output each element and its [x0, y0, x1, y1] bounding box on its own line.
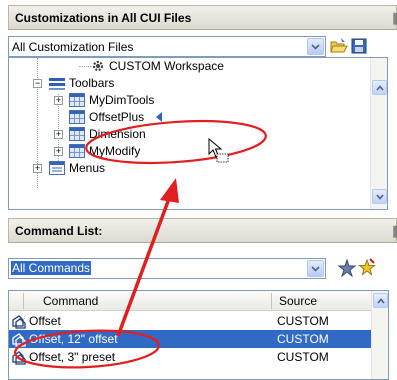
customizations-panel-header[interactable]: Customizations in All CUI Files ∥ [8, 5, 397, 30]
toolbar-grid-icon [69, 110, 85, 124]
scroll-up-icon[interactable] [372, 80, 387, 95]
menu-icon [49, 161, 65, 175]
tree-item-workspace[interactable]: CUSTOM Workspace [9, 58, 369, 75]
tree-item-mymodify[interactable]: + MyModify [9, 143, 369, 160]
column-header-source[interactable]: Source [279, 294, 317, 308]
double-chevron-icon[interactable]: ∥ [392, 224, 397, 238]
panel-title: Customizations in All CUI Files [15, 11, 192, 25]
triangle-left-icon [155, 111, 163, 125]
tree-scrollbar[interactable] [370, 58, 387, 209]
panel-title: Command List: [15, 224, 103, 238]
command-filter-select-value: All Commands [11, 261, 92, 275]
command-table-header: Command Source [9, 291, 373, 311]
command-source: CUSTOM [277, 350, 329, 364]
find-command-icon[interactable] [337, 258, 357, 278]
offset-command-icon [11, 349, 27, 365]
double-chevron-icon[interactable]: ∥ [392, 11, 397, 25]
customization-tree[interactable]: CUSTOM Workspace − Toolbars + MyDimTools… [8, 57, 388, 210]
scroll-down-icon[interactable] [372, 189, 387, 204]
customizations-panel: Customizations in All CUI Files ∥ All Cu… [8, 5, 397, 210]
tree-item-dimension[interactable]: + Dimension [9, 126, 369, 143]
expand-icon[interactable]: + [33, 164, 42, 173]
table-scrollbar[interactable] [371, 291, 388, 379]
command-table[interactable]: Command Source Offset CUSTOM Offset, 12"… [8, 290, 389, 380]
command-list-panel: Command List: ∥ All Commands Command Sou… [8, 218, 397, 380]
toolbar-grid-icon [69, 127, 85, 141]
expand-icon[interactable]: + [54, 130, 63, 139]
command-name: Offset [29, 314, 61, 328]
collapse-icon[interactable]: − [33, 79, 42, 88]
gear-icon [91, 59, 107, 73]
customization-file-select-value: All Customization Files [12, 40, 134, 54]
tree-item-offsetplus[interactable]: OffsetPlus [9, 109, 369, 126]
save-icon[interactable] [350, 37, 368, 55]
command-name: Offset, 12" offset [29, 332, 118, 346]
command-source: CUSTOM [277, 314, 329, 328]
scroll-up-icon[interactable] [373, 293, 388, 308]
toolbar-icon [49, 77, 65, 91]
command-list-panel-header[interactable]: Command List: ∥ [8, 218, 397, 243]
tree-item-label: OffsetPlus [89, 110, 145, 124]
table-row-selected[interactable]: Offset, 12" offset CUSTOM [9, 330, 373, 348]
open-file-icon[interactable] [330, 37, 348, 55]
expand-icon[interactable]: + [54, 96, 63, 105]
customization-file-select[interactable]: All Customization Files [8, 36, 326, 57]
tree-item-label: Toolbars [69, 76, 115, 90]
tree-item-menus[interactable]: + Menus [9, 160, 369, 177]
table-row[interactable]: Offset, 3" preset CUSTOM [9, 348, 373, 366]
offset-command-icon [11, 331, 27, 347]
tree-item-label: Dimension [89, 127, 146, 141]
command-source: CUSTOM [277, 332, 329, 346]
offset-command-icon [11, 313, 27, 329]
tree-item-toolbars[interactable]: − Toolbars [9, 75, 369, 92]
tree-item-label: CUSTOM Workspace [109, 59, 224, 73]
tree-item-label: Menus [69, 161, 106, 175]
column-header-command[interactable]: Command [43, 294, 98, 308]
expand-icon[interactable]: + [54, 147, 63, 156]
command-filter-select[interactable]: All Commands [8, 258, 326, 279]
chevron-down-icon[interactable] [307, 38, 324, 55]
toolbar-grid-icon [69, 93, 85, 107]
table-row[interactable]: Offset CUSTOM [9, 312, 373, 330]
command-name: Offset, 3" preset [29, 350, 116, 364]
tree-item-mydimtools[interactable]: + MyDimTools [9, 92, 369, 109]
tree-item-label: MyDimTools [89, 93, 155, 107]
tree-item-label: MyModify [89, 144, 141, 158]
new-command-icon[interactable] [358, 258, 376, 276]
chevron-down-icon[interactable] [307, 260, 324, 277]
toolbar-grid-icon [69, 144, 85, 158]
